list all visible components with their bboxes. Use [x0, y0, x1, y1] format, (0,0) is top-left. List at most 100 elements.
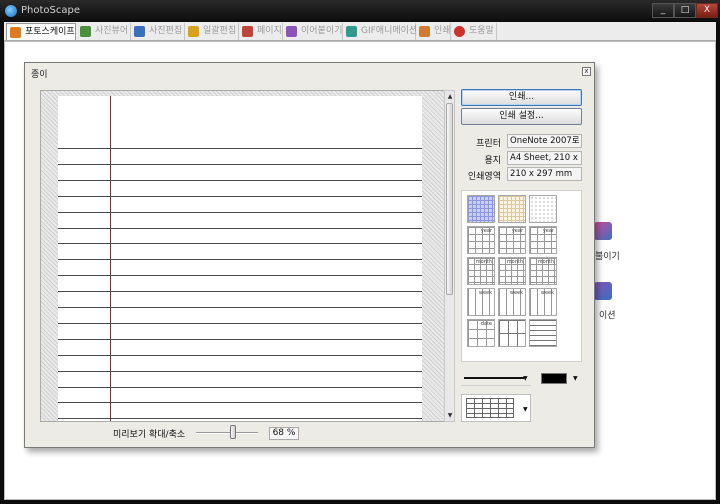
calendar-year-2[interactable]: year: [498, 226, 526, 254]
tab-batch-editor[interactable]: 일괄편집: [185, 23, 239, 40]
page-icon: [242, 26, 253, 37]
printer-label: 프린터: [476, 139, 501, 149]
home-icon: [10, 27, 21, 38]
tab-photoscape[interactable]: 포토스케이프: [6, 23, 76, 40]
thumb-label: year: [480, 228, 492, 234]
calendar-week-2[interactable]: week: [498, 288, 526, 316]
batch-icon: [188, 26, 199, 37]
zoom-value: 68 %: [269, 427, 299, 440]
zoom-label: 미리보기 확대/축소: [113, 430, 186, 440]
ruled-line: [58, 339, 422, 340]
minimize-button[interactable]: _: [652, 3, 674, 18]
music-staff-icon[interactable]: [529, 319, 557, 347]
scroll-down-arrow-icon[interactable]: ▼: [446, 411, 454, 420]
print-area-label: 인쇄영역: [467, 172, 501, 182]
ruled-line: [58, 228, 422, 229]
layout-grid[interactable]: [498, 319, 526, 347]
thumb-label: year: [511, 228, 523, 234]
main-tab-bar: 포토스케이프 사진뷰어 사진편집 일괄편집 페이지 이어붙이기 GIF애니메이션: [4, 22, 716, 41]
ruled-line: [58, 307, 422, 308]
paper-dialog: 종이 x ▲ ▼ 미리보기 확대/축소 68 % 인쇄... 인쇄 설정... …: [24, 62, 595, 448]
ruled-line: [58, 196, 422, 197]
tab-editor[interactable]: 사진편집: [131, 23, 185, 40]
scroll-thumb[interactable]: [446, 103, 453, 295]
line-style-dropdown[interactable]: ▼: [461, 370, 531, 386]
calendar-week-3[interactable]: week: [529, 288, 557, 316]
calendar-month-3[interactable]: month: [529, 257, 557, 285]
viewer-icon: [80, 26, 91, 37]
thumb-label: month: [506, 259, 523, 265]
zoom-slider-thumb[interactable]: [230, 425, 236, 439]
calendar-year-3[interactable]: year: [529, 226, 557, 254]
preview-scrollbar[interactable]: ▲ ▼: [444, 90, 455, 422]
print-setup-button[interactable]: 인쇄 설정...: [461, 108, 582, 125]
calendar-month-1[interactable]: month: [467, 257, 495, 285]
editor-icon: [134, 26, 145, 37]
ruled-line: [58, 418, 422, 419]
tab-print[interactable]: 인쇄: [416, 23, 451, 40]
photoscape-logo-icon: [5, 5, 17, 17]
ruled-line: [58, 275, 422, 276]
scroll-up-arrow-icon[interactable]: ▲: [446, 92, 454, 101]
tab-label: 인쇄: [434, 26, 451, 36]
app-title: PhotoScape: [21, 5, 80, 16]
tab-label: 일괄편집: [203, 26, 237, 36]
combine-launcher-label: 불이기: [595, 252, 620, 262]
ruled-line: [58, 180, 422, 181]
thumb-label: date: [480, 321, 492, 327]
tab-label: 이어붙이기: [301, 26, 343, 36]
tab-label: 사진편집: [149, 26, 183, 36]
gif-icon: [346, 26, 357, 37]
gif-launcher-icon[interactable]: [594, 282, 612, 300]
paper-dots[interactable]: [529, 195, 557, 223]
ruled-line: [58, 387, 422, 388]
tab-label: 사진뷰어: [95, 26, 129, 36]
paper-type-palette: year year year month month month week we…: [461, 190, 582, 362]
calendar-month-2[interactable]: month: [498, 257, 526, 285]
combine-launcher-icon[interactable]: [594, 222, 612, 240]
tab-label: 도움말: [469, 26, 494, 36]
preview-page: [58, 96, 422, 421]
thumb-label: week: [478, 290, 492, 296]
paper-grid-blue[interactable]: [467, 195, 495, 223]
ruled-line: [58, 243, 422, 244]
print-area-value: 210 x 297 mm: [507, 167, 582, 181]
zoom-slider-track[interactable]: [196, 432, 258, 434]
help-icon: [454, 26, 465, 37]
ruled-line: [58, 291, 422, 292]
calendar-year-1[interactable]: year: [467, 226, 495, 254]
paper-preview[interactable]: [40, 90, 445, 422]
ruled-line: [58, 164, 422, 165]
chevron-down-icon: ▼: [573, 375, 578, 382]
color-swatch: [541, 373, 567, 384]
chevron-down-icon: ▼: [523, 406, 528, 413]
ruled-line: [58, 259, 422, 260]
tab-page[interactable]: 페이지: [239, 23, 283, 40]
title-bar: PhotoScape _ □ X: [0, 0, 720, 22]
line-color-dropdown[interactable]: ▼: [541, 370, 581, 386]
calendar-week-1[interactable]: week: [467, 288, 495, 316]
printer-value: OneNote 2007로 보: [507, 134, 582, 148]
tab-gif-animation[interactable]: GIF애니메이션: [343, 23, 417, 40]
maximize-button[interactable]: □: [674, 3, 696, 18]
calendar-date[interactable]: date: [467, 319, 495, 347]
photoscape-app: PhotoScape _ □ X 포토스케이프 사진뷰어 사진편집 일괄편집 페…: [0, 0, 720, 504]
thumb-label: month: [537, 259, 554, 265]
dialog-close-button[interactable]: x: [582, 67, 591, 76]
paper-grid-beige[interactable]: [498, 195, 526, 223]
thumb-label: week: [509, 290, 523, 296]
combine-icon: [286, 26, 297, 37]
ruled-line: [58, 148, 422, 149]
chevron-down-icon: ▼: [523, 375, 528, 382]
tab-viewer[interactable]: 사진뷰어: [77, 23, 131, 40]
grid-preset-dropdown[interactable]: ▼: [461, 394, 531, 422]
close-window-button[interactable]: X: [696, 3, 718, 18]
thumb-label: month: [475, 259, 492, 265]
print-button[interactable]: 인쇄...: [461, 89, 582, 106]
dialog-title: 종이: [31, 70, 48, 80]
tab-help[interactable]: 도움말: [451, 23, 497, 40]
ruled-line: [58, 212, 422, 213]
tab-label: 포토스케이프: [25, 27, 75, 37]
line-sample: [464, 377, 524, 379]
tab-combine[interactable]: 이어붙이기: [283, 23, 343, 40]
